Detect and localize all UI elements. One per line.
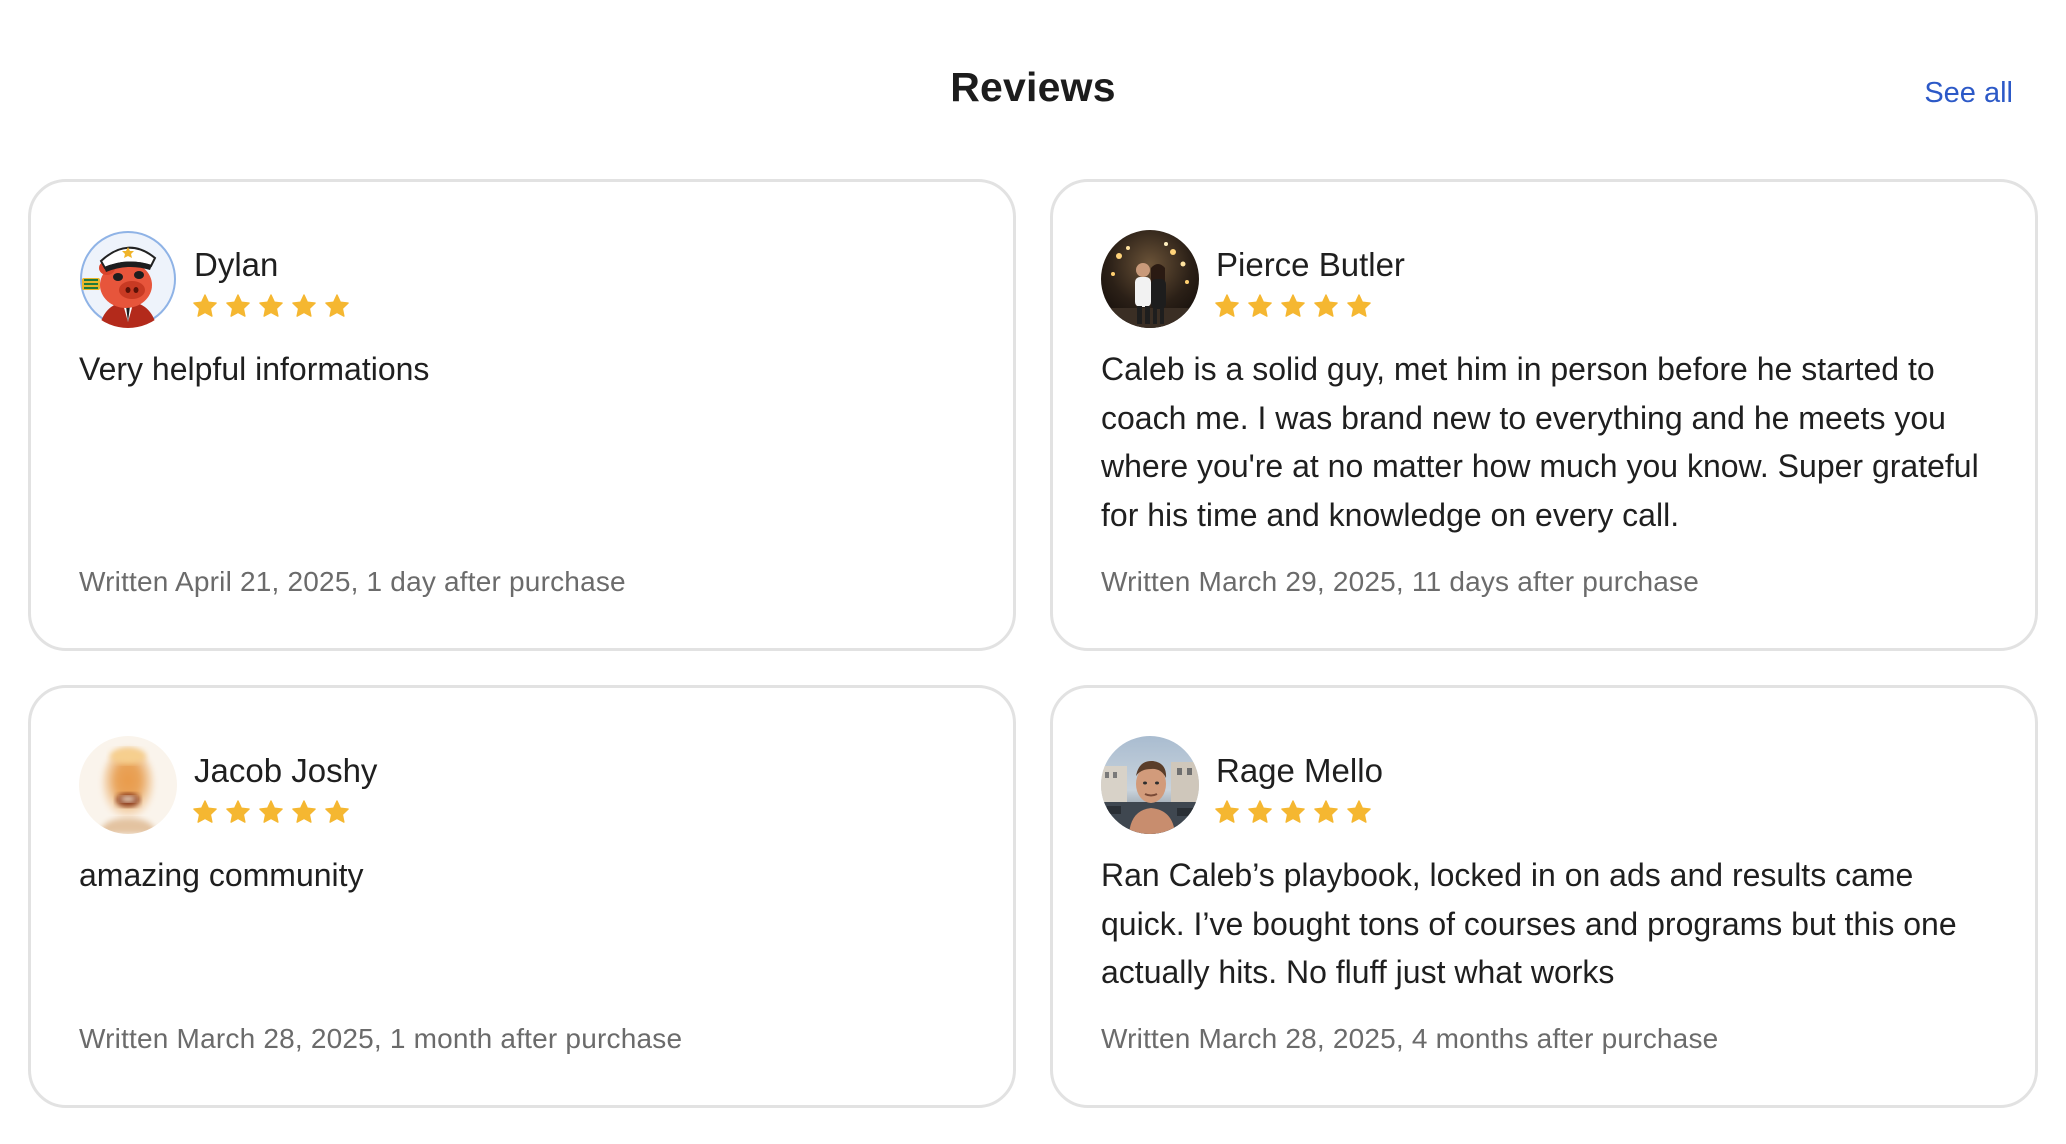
star-icon (193, 294, 217, 317)
reviews-header: Reviews See all (0, 0, 2066, 170)
star-icon (1347, 294, 1371, 317)
reviewer-name: Dylan (194, 246, 279, 283)
star-icon (1248, 294, 1272, 317)
star-icon (292, 800, 316, 823)
star-icon (1248, 800, 1272, 823)
star-icon (325, 294, 349, 317)
star-rating (192, 799, 350, 825)
star-icon (193, 800, 217, 823)
review-card: Pierce Butler Caleb is a solid guy, met … (1050, 179, 2038, 651)
star-icon (226, 800, 250, 823)
star-icon (1281, 294, 1305, 317)
star-icon (325, 800, 349, 823)
reviewer-avatar[interactable] (1101, 736, 1199, 834)
star-icon (1215, 800, 1239, 823)
reviewer-avatar[interactable] (79, 230, 177, 328)
couple-photo-icon (1101, 230, 1199, 328)
star-icon (1314, 800, 1338, 823)
review-date: Written March 28, 2025, 4 months after p… (1101, 1023, 1719, 1054)
star-icon (1215, 294, 1239, 317)
star-rating (192, 293, 350, 319)
star-icon (1347, 800, 1371, 823)
reviewer-name: Rage Mello (1216, 752, 1383, 789)
reviews-page: Reviews See all Dylan Very helpful infor… (0, 0, 2066, 1144)
review-text: Ran Caleb’s playbook, locked in on ads a… (1101, 857, 1957, 990)
review-card: Rage Mello Ran Caleb’s playbook, locked … (1050, 685, 2038, 1108)
star-rating (1214, 293, 1372, 319)
review-text: Very helpful informations (79, 351, 430, 387)
selfie-photo-icon (1101, 736, 1199, 834)
star-icon (226, 294, 250, 317)
reviewer-avatar[interactable] (79, 736, 177, 834)
review-card: Dylan Very helpful informations Written … (28, 179, 1016, 651)
review-date: Written April 21, 2025, 1 day after purc… (79, 566, 626, 597)
star-icon (259, 294, 283, 317)
review-card: Jacob Joshy amazing community Written Ma… (28, 685, 1016, 1108)
star-icon (1314, 294, 1338, 317)
reviewer-name: Jacob Joshy (194, 752, 378, 789)
star-icon (1281, 800, 1305, 823)
reviewer-avatar[interactable] (1101, 230, 1199, 328)
star-icon (259, 800, 283, 823)
cartoon-pig-captain-icon (80, 231, 176, 328)
section-title: Reviews (950, 64, 1116, 110)
star-icon (292, 294, 316, 317)
review-text: amazing community (79, 857, 364, 893)
blurred-face-icon (79, 736, 177, 834)
review-date: Written March 28, 2025, 1 month after pu… (79, 1023, 683, 1054)
review-text: Caleb is a solid guy, met him in person … (1101, 351, 1979, 533)
star-rating (1214, 799, 1372, 825)
reviewer-name: Pierce Butler (1216, 246, 1405, 283)
reviews-grid: Dylan Very helpful informations Written … (28, 179, 2038, 1108)
see-all-link[interactable]: See all (1924, 77, 2013, 110)
review-date: Written March 29, 2025, 11 days after pu… (1101, 566, 1700, 597)
